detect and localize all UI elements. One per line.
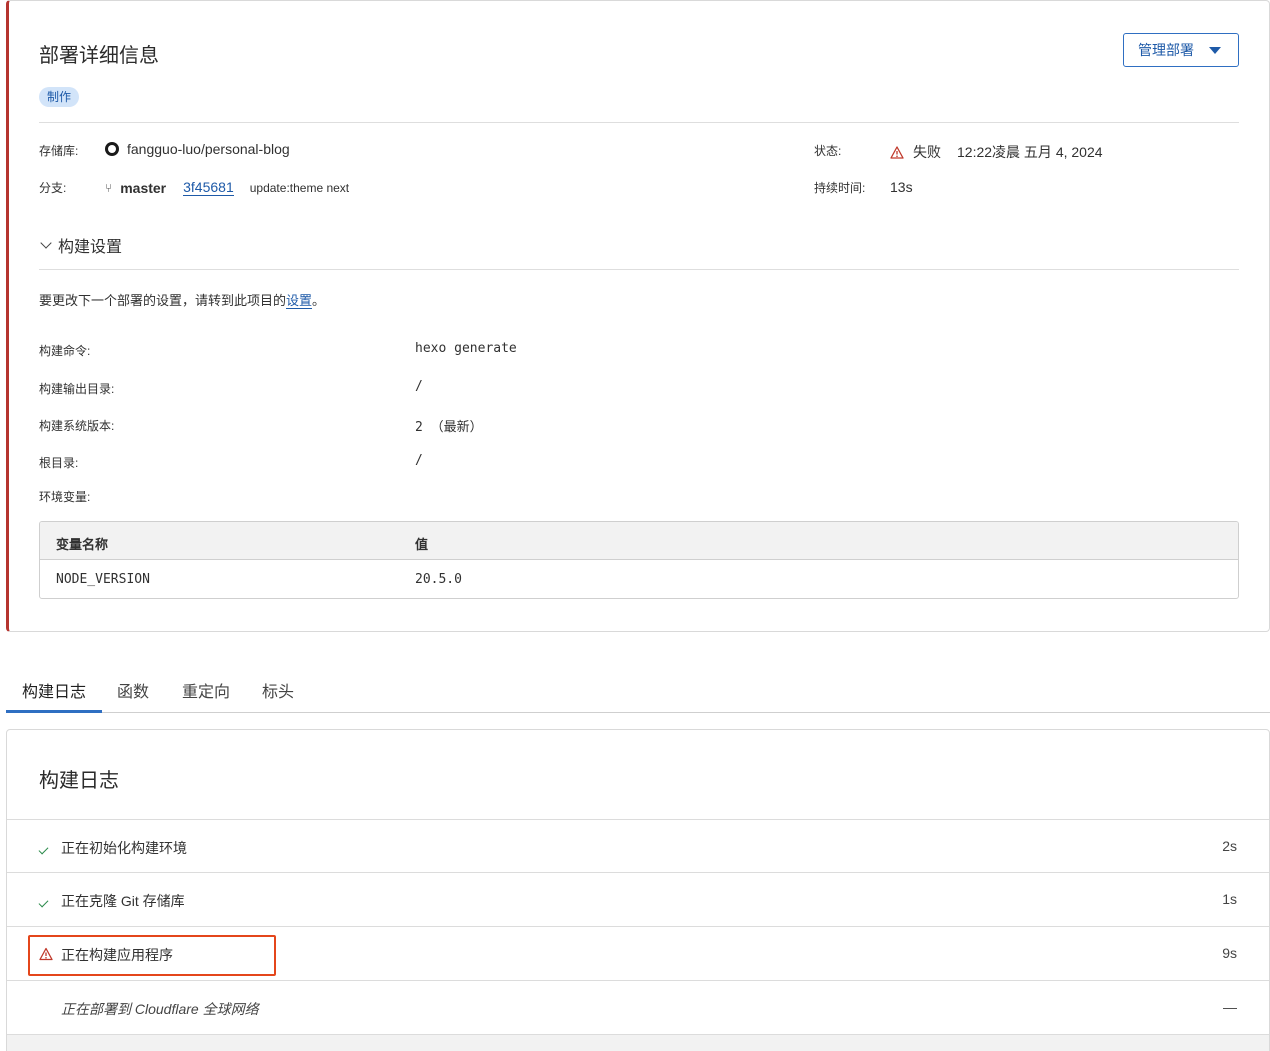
chevron-down-icon — [40, 237, 52, 249]
log-step-duration: 2s — [1222, 838, 1237, 854]
column-header-name: 变量名称 — [56, 537, 109, 552]
output-dir-value: / — [415, 379, 423, 394]
build-command-value: hexo generate — [415, 341, 517, 356]
log-step-row[interactable]: 正在克隆 Git 存储库 1s — [7, 873, 1269, 927]
environment-badge: 制作 — [39, 87, 80, 107]
check-icon — [38, 840, 53, 855]
log-step-label: 正在部署到 Cloudflare 全球网络 — [61, 1001, 259, 1017]
git-branch-icon: ⑂ — [105, 180, 113, 195]
log-footer — [7, 1035, 1269, 1051]
settings-hint-end: 。 — [312, 293, 326, 308]
page-title: 部署详细信息 — [39, 45, 159, 67]
github-icon — [105, 142, 119, 156]
deployment-details-card: 部署详细信息 制作 管理部署 存储库: fangguo-luo/personal… — [6, 0, 1270, 632]
build-settings-toggle[interactable]: 构建设置 — [39, 233, 122, 257]
tab-redirects[interactable]: 重定向 — [182, 678, 230, 702]
log-step-row[interactable]: 正在初始化构建环境 2s — [7, 819, 1269, 873]
log-step-duration: 1s — [1222, 891, 1237, 907]
deployment-tabs: 构建日志 函数 重定向 标头 — [6, 666, 1270, 713]
status-text: 失败 — [913, 144, 941, 160]
commit-hash-link[interactable]: 3f45681 — [183, 179, 234, 196]
root-dir-label: 根目录: — [39, 456, 79, 470]
status-value: 失败 12:22凌晨 五月 4, 2024 — [890, 142, 1103, 162]
column-header-value: 值 — [415, 537, 429, 552]
env-vars-label: 环境变量: — [39, 490, 91, 504]
active-tab-indicator — [6, 710, 102, 713]
log-step-duration: — — [1223, 999, 1237, 1015]
build-log-title: 构建日志 — [39, 770, 119, 792]
status-label: 状态: — [814, 144, 842, 158]
build-log-card: 构建日志 正在初始化构建环境 2s 正在克隆 Git 存储库 1s 正在构建应用… — [6, 729, 1270, 1051]
build-system-label: 构建系统版本: — [39, 419, 115, 433]
repo-value[interactable]: fangguo-luo/personal-blog — [105, 141, 290, 157]
settings-hint-text: 要更改下一个部署的设置，请转到此项目的 — [39, 293, 287, 308]
build-command-label: 构建命令: — [39, 344, 91, 358]
build-settings-label: 构建设置 — [58, 239, 123, 256]
divider — [39, 122, 1239, 123]
settings-link[interactable]: 设置 — [286, 293, 313, 309]
duration-value: 13s — [890, 179, 913, 195]
tab-headers[interactable]: 标头 — [262, 678, 294, 702]
branch-value: ⑂ master 3f45681 update:theme next — [105, 179, 349, 196]
warning-icon — [890, 145, 904, 159]
manage-deployment-button[interactable]: 管理部署 — [1123, 33, 1239, 67]
branch-name: master — [120, 179, 167, 196]
settings-hint: 要更改下一个部署的设置，请转到此项目的设置。 — [39, 290, 325, 309]
log-step-label: 正在初始化构建环境 — [61, 840, 187, 856]
duration-label: 持续时间: — [814, 181, 866, 195]
status-timestamp: 12:22凌晨 五月 4, 2024 — [957, 144, 1103, 160]
branch-label: 分支: — [39, 181, 67, 195]
divider — [39, 269, 1239, 270]
env-vars-table: 变量名称 值 NODE_VERSION 20.5.0 — [39, 521, 1239, 599]
tab-build-log[interactable]: 构建日志 — [22, 678, 86, 702]
caret-down-icon — [1209, 47, 1221, 54]
manage-deployment-label: 管理部署 — [1138, 42, 1194, 58]
root-dir-value: / — [415, 453, 423, 468]
table-header: 变量名称 值 — [40, 522, 1238, 560]
env-var-value: 20.5.0 — [415, 572, 462, 587]
tab-functions[interactable]: 函数 — [117, 678, 149, 702]
repo-name[interactable]: fangguo-luo/personal-blog — [127, 141, 290, 157]
check-icon — [38, 893, 53, 908]
build-system-value: 2 （最新） — [415, 420, 483, 435]
highlight-annotation — [28, 935, 276, 976]
table-row: NODE_VERSION 20.5.0 — [40, 560, 1238, 598]
log-step-row: 正在部署到 Cloudflare 全球网络 — — [7, 981, 1269, 1035]
log-step-label: 正在克隆 Git 存储库 — [61, 893, 185, 909]
env-var-name: NODE_VERSION — [56, 572, 150, 587]
commit-message: update:theme next — [249, 180, 350, 195]
log-step-duration: 9s — [1222, 945, 1237, 961]
repo-label: 存储库: — [39, 144, 79, 158]
output-dir-label: 构建输出目录: — [39, 382, 115, 396]
